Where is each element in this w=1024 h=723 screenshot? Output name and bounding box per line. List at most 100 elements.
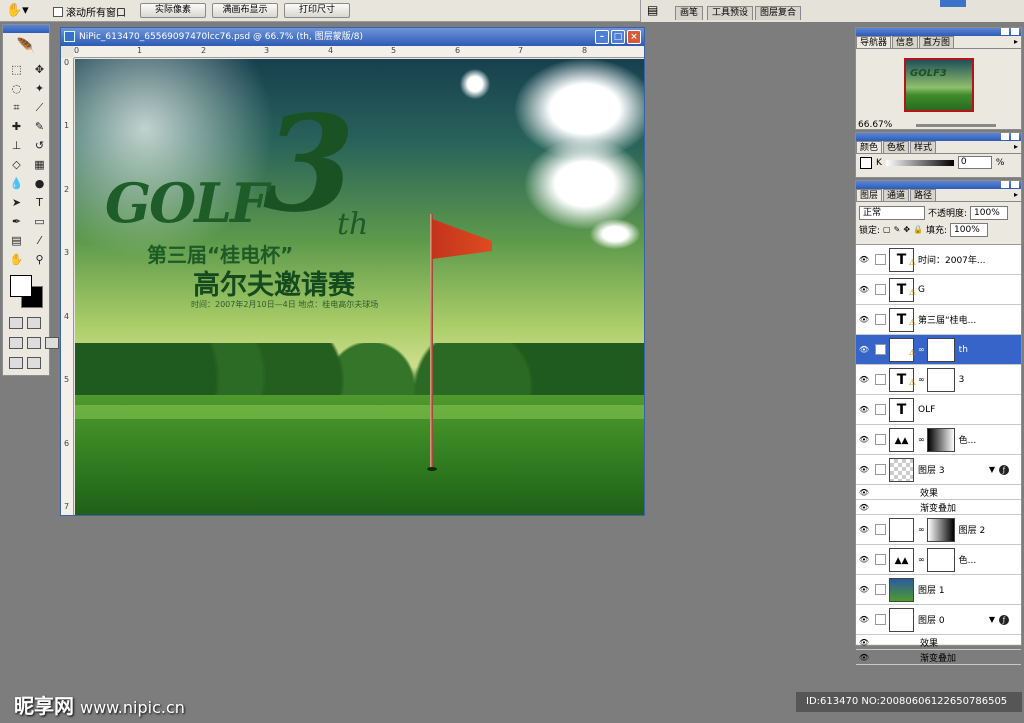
mask-icon[interactable] — [875, 344, 886, 355]
link-box[interactable] — [875, 374, 886, 385]
layer-mask-thumb[interactable] — [926, 337, 955, 362]
screen-mode-black-icon[interactable] — [45, 337, 59, 349]
panel-close-icon[interactable] — [1011, 28, 1019, 35]
layer-mask-thumb[interactable] — [926, 517, 955, 542]
tab-layers[interactable]: 图层 — [856, 189, 883, 201]
lock-pixels-icon[interactable]: ✎ — [894, 225, 901, 234]
layer-row[interactable]: 👁 图层 1 — [856, 575, 1021, 605]
panel-close-icon[interactable] — [1011, 181, 1019, 188]
notes-tool-icon[interactable]: ▤ — [6, 232, 27, 250]
tab-layer-comps[interactable]: 图层复合 — [755, 6, 802, 20]
lock-transparency-icon[interactable]: ▢ — [883, 225, 891, 234]
eye-icon[interactable]: 👁 — [856, 585, 872, 594]
eye-icon[interactable]: 👁 — [856, 615, 872, 624]
gradient-tool-icon[interactable]: ▦ — [29, 156, 50, 174]
layer-mask-thumb[interactable] — [926, 547, 955, 572]
layer-row[interactable]: 👁 图层 0 ▼ ƒ — [856, 605, 1021, 635]
blend-mode-select[interactable]: 正常 — [859, 205, 925, 220]
panel-close-icon[interactable] — [1011, 133, 1019, 140]
link-box[interactable] — [875, 284, 886, 295]
quick-mask-icon[interactable] — [27, 317, 41, 329]
layer-row[interactable]: 👁 T OLF — [856, 395, 1021, 425]
link-box[interactable] — [875, 404, 886, 415]
panel-menu-icon[interactable]: ▸ — [1014, 190, 1018, 199]
close-icon[interactable]: × — [627, 30, 641, 44]
link-box[interactable] — [875, 584, 886, 595]
toolbox-titlebar[interactable] — [3, 25, 49, 33]
standard-mode-icon[interactable] — [9, 317, 23, 329]
effects-expand-icon[interactable]: ▼ — [989, 465, 995, 474]
clip-arrow-icon[interactable] — [875, 554, 886, 565]
eyedropper-icon[interactable]: ⁄ — [29, 232, 50, 250]
panel-menu-icon[interactable]: ▸ — [1014, 142, 1018, 151]
layer-mask-thumb[interactable] — [926, 427, 955, 452]
layer-row[interactable]: 👁 TG — [856, 275, 1021, 305]
eye-icon[interactable]: 👁 — [856, 285, 872, 294]
eye-icon[interactable]: 👁 — [856, 375, 872, 384]
navigator-zoom-value[interactable]: 66.67% — [858, 120, 892, 130]
layer-row[interactable]: 👁 T时间：2007年... — [856, 245, 1021, 275]
move-tool-icon[interactable]: ✥ — [29, 61, 50, 79]
eye-icon[interactable]: 👁 — [856, 315, 872, 324]
tab-tool-presets[interactable]: 工具预设 — [707, 6, 754, 20]
panel-minimize-icon[interactable] — [1001, 181, 1009, 188]
layer-row[interactable]: 👁 T∞ 3 — [856, 365, 1021, 395]
k-slider[interactable] — [885, 159, 954, 166]
checkbox-box[interactable] — [53, 6, 63, 17]
actual-pixels-button[interactable]: 实际像素 — [140, 3, 206, 18]
effect-row[interactable]: 👁 渐变叠加 — [856, 650, 1021, 665]
document-titlebar[interactable]: NiPic_613470_65569097470lcc76.psd @ 66.7… — [61, 28, 644, 46]
eye-icon[interactable]: 👁 — [856, 555, 872, 564]
fill-input[interactable]: 100% — [950, 222, 989, 237]
eye-icon[interactable]: 👁 — [856, 488, 872, 497]
effects-badge-icon[interactable]: ƒ — [999, 614, 1009, 625]
lock-position-icon[interactable]: ✥ — [903, 225, 910, 234]
eraser-tool-icon[interactable]: ◇ — [6, 156, 27, 174]
stamp-tool-icon[interactable]: ⊥ — [6, 137, 27, 155]
chain-icon[interactable]: ∞ — [918, 555, 925, 564]
chain-icon[interactable]: ∞ — [918, 525, 925, 534]
effect-row[interactable]: 👁 渐变叠加 — [856, 500, 1021, 515]
tab-navigator[interactable]: 导航器 — [856, 36, 892, 48]
tab-color[interactable]: 颜色 — [856, 141, 883, 153]
navigator-thumbnail[interactable]: GOLF3 — [904, 58, 974, 112]
chain-icon[interactable]: ∞ — [918, 435, 925, 444]
eye-icon[interactable]: 👁 — [856, 345, 872, 354]
tab-channels[interactable]: 通道 — [883, 189, 910, 201]
layer-row-selected[interactable]: 👁 T∞ th — [856, 335, 1021, 365]
link-box[interactable] — [875, 254, 886, 265]
tab-styles[interactable]: 样式 — [910, 141, 937, 153]
healing-brush-icon[interactable]: ✚ — [6, 118, 27, 136]
dodge-tool-icon[interactable]: ● — [29, 175, 50, 193]
horizontal-ruler[interactable]: 0 1 2 3 4 5 6 7 8 — [74, 46, 644, 58]
hand-tool-icon-2[interactable]: ✋ — [6, 251, 27, 269]
layer-mask-thumb[interactable] — [926, 367, 955, 392]
eye-icon[interactable]: 👁 — [856, 465, 872, 474]
layer-row[interactable]: 👁 T第三届“桂电... — [856, 305, 1021, 335]
layer-row[interactable]: 👁 ▲▲ ∞ 色... — [856, 425, 1021, 455]
hand-tool-icon[interactable]: ✋▾ — [6, 2, 36, 20]
slice-tool-icon[interactable]: ⟋ — [29, 99, 50, 117]
eye-icon[interactable]: 👁 — [856, 503, 872, 512]
panel-menu-icon[interactable]: ▸ — [1014, 37, 1018, 46]
navigator-zoom-slider[interactable] — [916, 124, 996, 127]
layer-row[interactable]: 👁 ∞ 图层 2 — [856, 515, 1021, 545]
palette-well-icon[interactable]: ▤ — [647, 3, 658, 17]
minimize-icon[interactable]: – — [595, 30, 609, 44]
link-box[interactable] — [875, 524, 886, 535]
lasso-tool-icon[interactable]: ◌ — [6, 80, 27, 98]
tab-histogram[interactable]: 直方图 — [919, 36, 955, 48]
zoom-tool-icon[interactable]: ⚲ — [29, 251, 50, 269]
eye-icon[interactable]: 👁 — [856, 255, 872, 264]
eye-icon[interactable]: 👁 — [856, 405, 872, 414]
tab-swatches[interactable]: 色板 — [883, 141, 910, 153]
path-select-icon[interactable]: ➤ — [6, 194, 27, 212]
pen-tool-icon[interactable]: ✒ — [6, 213, 27, 231]
vertical-ruler[interactable]: 0 1 2 3 4 5 6 7 — [61, 58, 74, 515]
panel-titlebar[interactable] — [856, 133, 1021, 141]
screen-mode-standard-icon[interactable] — [9, 337, 23, 349]
tab-paths[interactable]: 路径 — [910, 189, 937, 201]
effects-expand-icon[interactable]: ▼ — [989, 615, 995, 624]
chain-icon[interactable]: ∞ — [918, 345, 925, 354]
feather-logo-icon[interactable]: 🪶 — [3, 33, 49, 59]
